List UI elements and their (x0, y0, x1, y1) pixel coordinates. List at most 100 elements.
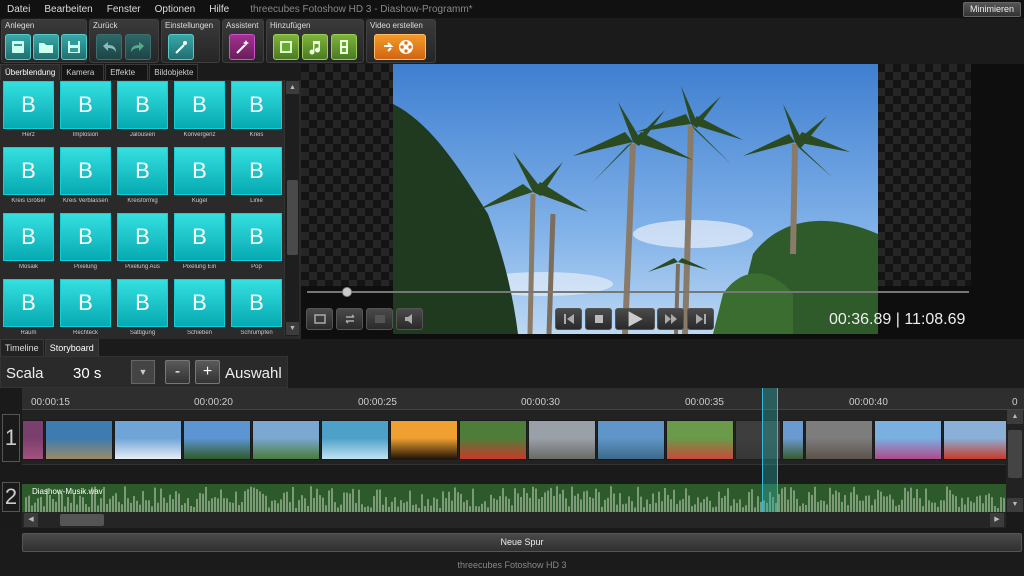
timecode-display: 00:36.89 | 11:08.69 (829, 311, 966, 328)
timeline-clip[interactable] (805, 420, 873, 460)
assistant-button[interactable] (229, 34, 255, 60)
fast-forward-button[interactable] (657, 308, 684, 330)
zoom-in-button[interactable]: + (195, 360, 220, 384)
effect-thumbnail: B (117, 81, 168, 129)
effect-item[interactable]: B Pixelung Aus (116, 213, 169, 279)
effect-item[interactable]: B Implosion (59, 81, 112, 147)
fullscreen-button[interactable] (306, 308, 333, 330)
previous-button[interactable] (555, 308, 582, 330)
tab-kamera[interactable]: Kamera (61, 64, 105, 80)
minimize-button[interactable]: Minimieren (962, 2, 1021, 17)
effect-thumbnail: B (3, 279, 54, 327)
new-track-button[interactable]: Neue Spur (22, 533, 1022, 552)
zoom-out-button[interactable]: - (165, 360, 190, 384)
timeline-clip[interactable] (597, 420, 665, 460)
scroll-thumb[interactable] (60, 514, 104, 526)
stop-button[interactable] (585, 308, 612, 330)
time-ruler[interactable]: 00:00:15 00:00:20 00:00:25 00:00:30 00:0… (22, 388, 1024, 410)
timeline-clip[interactable] (874, 420, 942, 460)
effect-item[interactable]: B Linie (230, 147, 282, 213)
menu-bearbeiten[interactable]: Bearbeiten (37, 4, 99, 15)
timeline-clip[interactable] (22, 420, 44, 460)
tab-bildobjekte[interactable]: Bildobjekte (149, 64, 199, 80)
effect-item[interactable]: B Sättigung (116, 279, 169, 339)
effect-item[interactable]: B Kreisförmig (116, 147, 169, 213)
effect-item[interactable]: B Herz (2, 81, 55, 147)
loop-button[interactable] (336, 308, 363, 330)
scroll-thumb[interactable] (287, 180, 298, 255)
effects-scrollbar[interactable]: ▲ ▼ (284, 80, 299, 336)
loop-icon (344, 314, 355, 324)
wand-sparkle-icon (236, 40, 249, 54)
effect-item[interactable]: B Rechteck (59, 279, 112, 339)
scroll-down-icon[interactable]: ▼ (1007, 498, 1023, 512)
next-button[interactable] (687, 308, 714, 330)
effect-item[interactable]: B Kreis Verblassen (59, 147, 112, 213)
volume-button[interactable] (396, 308, 423, 330)
add-video-button[interactable] (331, 34, 357, 60)
scroll-thumb[interactable] (1008, 430, 1022, 478)
new-project-button[interactable] (5, 34, 31, 60)
scroll-left-icon[interactable]: ◀ (24, 513, 38, 527)
selection-button[interactable]: Auswahl (225, 365, 282, 382)
timeline-vertical-scrollbar[interactable]: ▲ ▼ (1006, 410, 1024, 512)
timeline-clip[interactable] (45, 420, 113, 460)
tab-ueberblendung[interactable]: Überblendung (0, 64, 61, 80)
add-image-button[interactable] (273, 34, 299, 60)
effect-item[interactable]: B Konvergenz (173, 81, 226, 147)
effect-item[interactable]: B Pop (230, 213, 282, 279)
effect-item[interactable]: B Pixelung Ein (173, 213, 226, 279)
timeline-clip[interactable] (666, 420, 734, 460)
scroll-up-icon[interactable]: ▲ (286, 81, 299, 94)
stopframe-button[interactable] (366, 308, 393, 330)
seek-handle[interactable] (341, 287, 352, 297)
track-number-1[interactable]: 1 (2, 414, 20, 462)
effect-item[interactable]: B Mosaik (2, 213, 55, 279)
redo-button[interactable] (125, 34, 151, 60)
effect-item[interactable]: B Raum (2, 279, 55, 339)
timeline-clip[interactable] (943, 420, 1006, 460)
add-music-button[interactable] (302, 34, 328, 60)
scroll-up-icon[interactable]: ▲ (1007, 410, 1023, 424)
effect-item[interactable]: B Kreis (230, 81, 282, 147)
tab-effekte[interactable]: Effekte (105, 64, 149, 80)
open-project-button[interactable] (33, 34, 59, 60)
undo-button[interactable] (96, 34, 122, 60)
play-button[interactable] (615, 308, 655, 330)
scroll-down-icon[interactable]: ▼ (286, 322, 299, 335)
effect-item[interactable]: B Kugel (173, 147, 226, 213)
menu-hilfe[interactable]: Hilfe (202, 4, 236, 15)
scale-select[interactable]: 30 s (73, 365, 101, 382)
timeline-clip[interactable] (390, 420, 458, 460)
timeline-clip[interactable] (252, 420, 320, 460)
tab-storyboard[interactable]: Storyboard (44, 339, 99, 356)
effect-item[interactable]: B Schrumpfen (230, 279, 282, 339)
track-number-2[interactable]: 2 (2, 482, 20, 512)
menu-fenster[interactable]: Fenster (100, 4, 148, 15)
scroll-right-icon[interactable]: ▶ (990, 513, 1004, 527)
effect-item[interactable]: B Pixelung (59, 213, 112, 279)
stop-icon (594, 315, 603, 323)
tab-timeline[interactable]: Timeline (0, 339, 44, 356)
timeline-clip[interactable] (114, 420, 182, 460)
timeline-clip[interactable] (528, 420, 596, 460)
menu-optionen[interactable]: Optionen (148, 4, 203, 15)
effect-item[interactable]: B Kreis Größer (2, 147, 55, 213)
effect-item[interactable]: B Schieben (173, 279, 226, 339)
save-project-button[interactable] (61, 34, 87, 60)
toolbar-group-label: Hinzufügen (270, 21, 311, 30)
create-video-button[interactable] (374, 34, 426, 60)
timeline-clip[interactable] (183, 420, 251, 460)
audio-track[interactable]: Diashow-Musik.wav (22, 484, 1006, 512)
playhead[interactable] (762, 388, 778, 512)
settings-button[interactable] (168, 34, 194, 60)
timeline-clip[interactable] (321, 420, 389, 460)
seek-bar[interactable] (307, 291, 969, 293)
chevron-down-icon[interactable]: ▼ (131, 360, 155, 384)
effect-item[interactable]: B Jalousien (116, 81, 169, 147)
menu-datei[interactable]: Datei (0, 4, 37, 15)
timeline-clip[interactable] (782, 420, 804, 460)
timeline-horizontal-scrollbar[interactable]: ◀ ▶ (22, 512, 1006, 528)
timeline-clip[interactable] (459, 420, 527, 460)
video-track[interactable] (22, 410, 1006, 465)
